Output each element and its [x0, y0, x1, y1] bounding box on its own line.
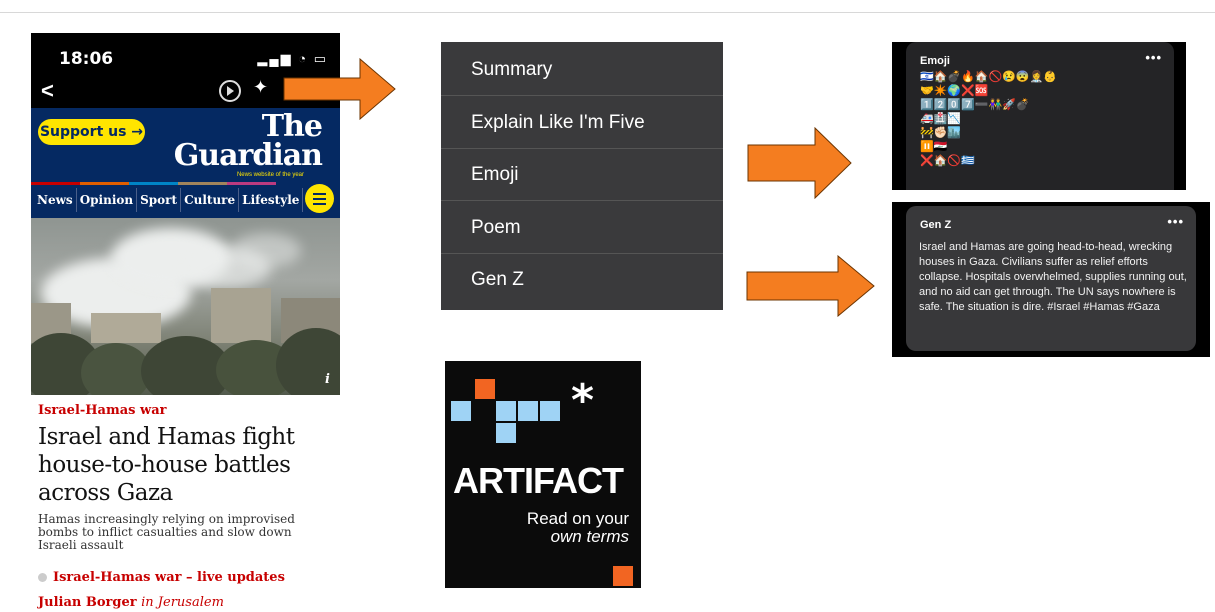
blue-tile: [496, 401, 516, 421]
status-time: 18:06: [59, 49, 114, 69]
live-dot-icon: [38, 573, 47, 582]
emoji-row: 🚧✊🏻🏙️: [920, 127, 962, 139]
logo-tagline: News website of the year: [236, 172, 304, 178]
menu-item-gen-z[interactable]: Gen Z: [441, 254, 723, 306]
emoji-summary-card: Emoji ••• 🇮🇱🏠💣🔥🏠🚫😢😨👩‍⚕️👶 🤝✴️🌍❌🆘 1️⃣2️⃣0️…: [892, 42, 1186, 190]
menu-item-summary[interactable]: Summary: [441, 44, 723, 96]
emoji-row: ⏸️🇮🇶: [920, 141, 948, 153]
nav-opinion[interactable]: Opinion: [77, 188, 138, 212]
nav-lifestyle[interactable]: Lifestyle: [239, 188, 304, 212]
orange-tile: [613, 566, 633, 586]
nav-news[interactable]: News: [31, 188, 77, 212]
artifact-wordmark: ARTIFACT: [453, 460, 624, 501]
pillar-color-strip: [31, 182, 276, 185]
summary-style-menu: Summary Explain Like I'm Five Emoji Poem…: [441, 42, 723, 310]
article-photo: i: [31, 218, 340, 395]
guardian-logo: The Guardian: [173, 112, 323, 173]
emoji-card-panel: Emoji ••• 🇮🇱🏠💣🔥🏠🚫😢😨👩‍⚕️👶 🤝✴️🌍❌🆘 1️⃣2️⃣0️…: [906, 42, 1174, 190]
orange-tile: [475, 379, 495, 399]
gen-z-summary-card: Gen Z ••• Israel and Hamas are going hea…: [892, 202, 1210, 357]
emoji-row: 1️⃣2️⃣0️⃣7️⃣➖👫🚀💣: [920, 99, 1030, 111]
menu-item-poem[interactable]: Poem: [441, 202, 723, 254]
live-updates-link[interactable]: Israel-Hamas war – live updates: [38, 570, 285, 585]
menu-item-eli5[interactable]: Explain Like I'm Five: [441, 97, 723, 149]
guardian-header: Support us → The Guardian News website o…: [31, 108, 340, 218]
gen-z-card-title: Gen Z: [920, 219, 952, 231]
blue-tile: [496, 423, 516, 443]
emoji-row: 🇮🇱🏠💣🔥🏠🚫😢😨👩‍⚕️👶: [920, 71, 1057, 83]
artifact-logo: * ARTIFACT Read on your own terms: [445, 361, 641, 588]
gen-z-summary-text: Israel and Hamas are going head-to-head,…: [919, 241, 1187, 313]
back-chevron-icon[interactable]: <: [41, 78, 54, 104]
emoji-row: 🤝✴️🌍❌🆘: [920, 85, 989, 97]
asterisk-icon: *: [571, 375, 595, 426]
menu-item-emoji[interactable]: Emoji: [441, 149, 723, 201]
article-headline: Israel and Hamas fight house-to-house ba…: [38, 424, 295, 506]
more-options-icon[interactable]: •••: [1167, 214, 1184, 229]
support-us-button[interactable]: Support us →: [38, 119, 145, 145]
blue-tile: [451, 401, 471, 421]
blue-tile: [518, 401, 538, 421]
nav-culture[interactable]: Culture: [181, 188, 240, 212]
emoji-summary-content: 🇮🇱🏠💣🔥🏠🚫😢😨👩‍⚕️👶 🤝✴️🌍❌🆘 1️⃣2️⃣0️⃣7️⃣➖👫🚀💣 🚑…: [920, 70, 1160, 168]
logo-line-2: Guardian: [173, 138, 323, 173]
emoji-row: 🚑🏥📉: [920, 113, 962, 125]
emoji-card-title: Emoji: [920, 55, 950, 67]
arrow-right-icon: [747, 127, 852, 199]
arrow-right-icon: [283, 58, 396, 120]
hamburger-menu-icon[interactable]: [305, 184, 334, 213]
byline-name: Julian Borger: [38, 595, 137, 610]
article-byline[interactable]: Julian Borger in Jerusalem: [38, 595, 224, 610]
nav-sport[interactable]: Sport: [137, 188, 182, 212]
more-options-icon[interactable]: •••: [1145, 50, 1162, 65]
arrow-right-icon: [746, 255, 875, 317]
live-updates-label: Israel-Hamas war – live updates: [53, 570, 285, 585]
article-standfirst: Hamas increasingly relying on improvised…: [38, 512, 295, 552]
emoji-row: ❌🏠🚫🇬🇷: [920, 155, 975, 167]
artifact-tagline-1: Read on your: [526, 509, 629, 528]
byline-place: in Jerusalem: [141, 595, 224, 610]
blue-tile: [540, 401, 560, 421]
section-nav: News Opinion Sport Culture Lifestyle: [31, 188, 304, 212]
artifact-tagline-2: own terms: [550, 527, 629, 546]
play-icon[interactable]: [219, 80, 241, 102]
photo-info-icon[interactable]: i: [325, 372, 330, 387]
gen-z-card-panel: Gen Z ••• Israel and Hamas are going hea…: [906, 206, 1196, 351]
article-kicker[interactable]: Israel-Hamas war: [38, 403, 166, 418]
top-border: [0, 12, 1215, 13]
sparkle-icon[interactable]: ✦: [253, 77, 268, 98]
